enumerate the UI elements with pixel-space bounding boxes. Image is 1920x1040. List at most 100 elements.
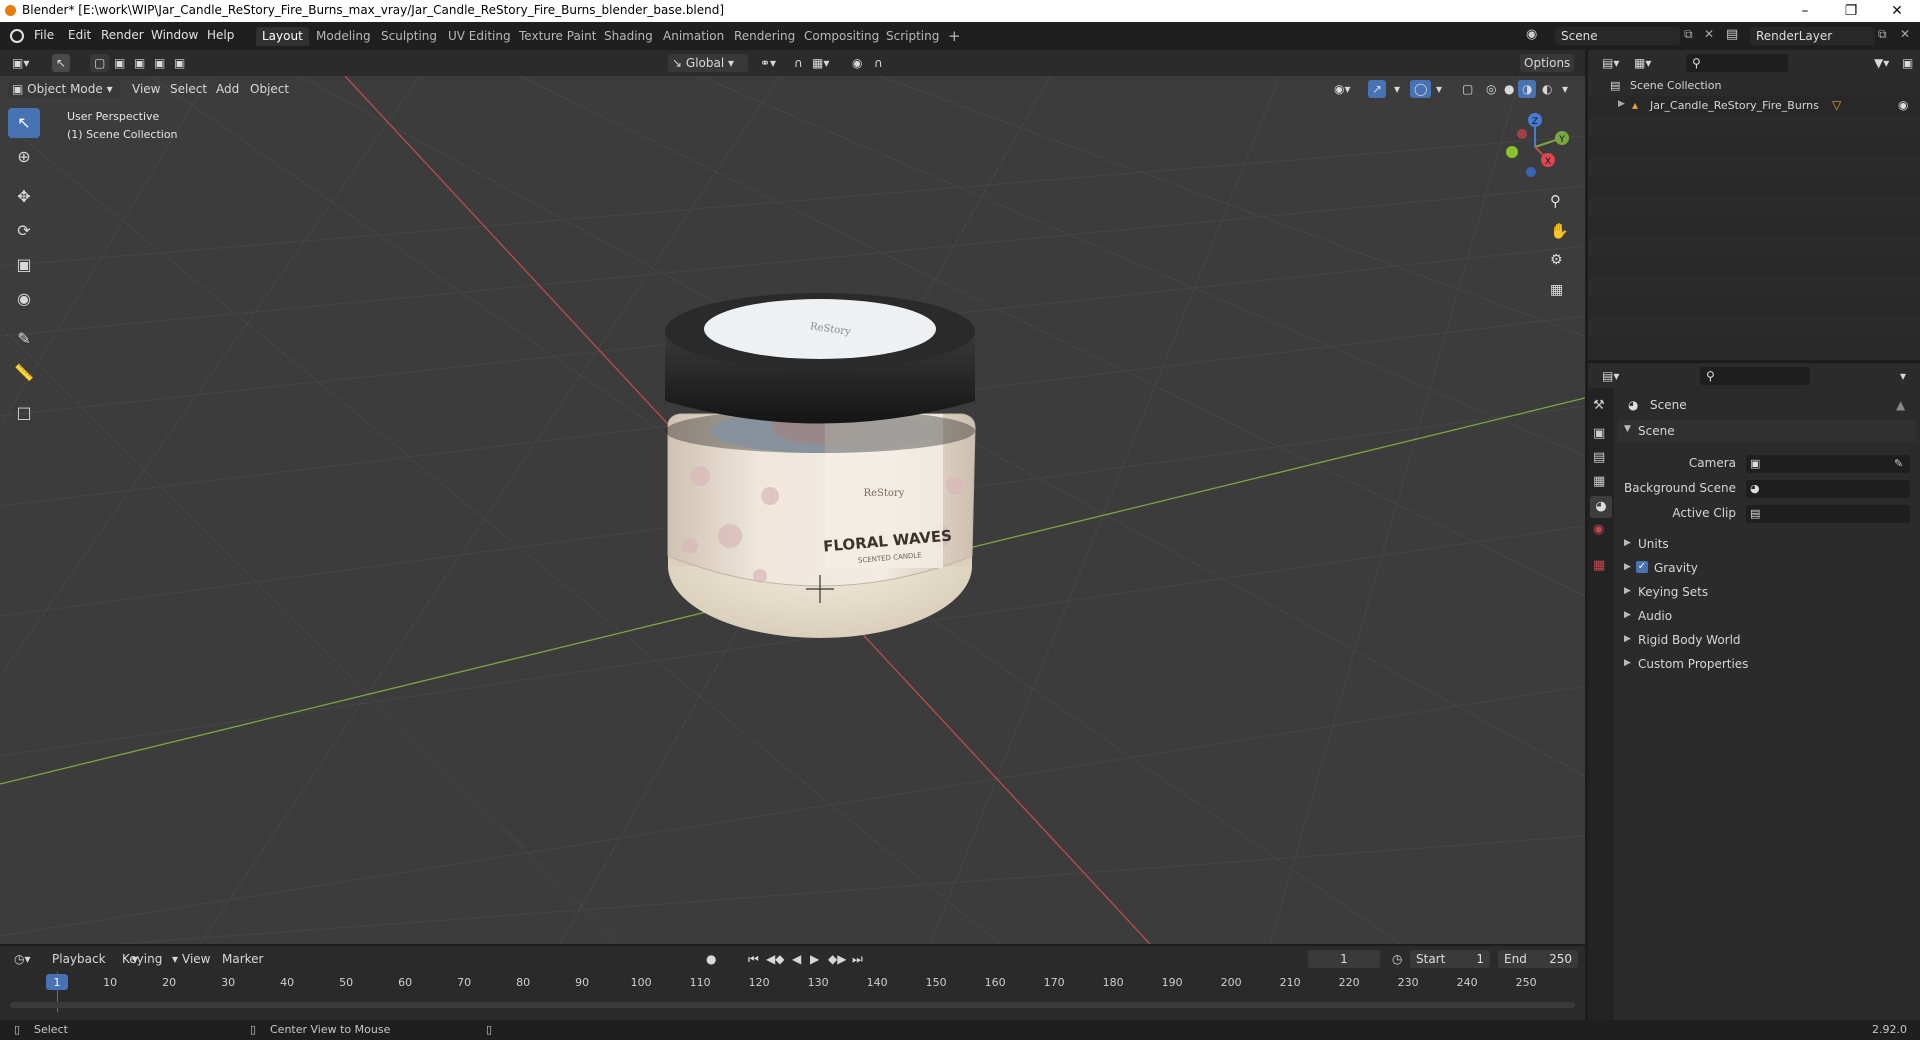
pivot-point-icon[interactable]: ⚭▾ <box>756 54 780 72</box>
jump-end-icon[interactable]: ⏭ <box>848 950 867 968</box>
gravity-subpanel[interactable]: ▶ ✓ Gravity <box>1618 558 1916 580</box>
material-preview-icon[interactable]: ◑ <box>1518 80 1537 98</box>
play-icon[interactable]: ▶ <box>806 950 823 968</box>
zoom-icon[interactable]: ⚲ <box>1550 192 1561 210</box>
menu-render[interactable]: Render <box>101 28 144 42</box>
menu-select[interactable]: Select <box>166 80 211 98</box>
new-scene-icon[interactable]: ⧉ <box>1684 27 1693 42</box>
maximize-button[interactable]: ❐ <box>1828 0 1874 22</box>
transform-orientation-dropdown[interactable]: ↘ Global ▾ <box>668 54 748 72</box>
start-frame-field[interactable]: Start 1 <box>1410 950 1490 968</box>
view-layer-field[interactable]: RenderLayer <box>1750 27 1875 45</box>
camera-view-icon[interactable]: ⚙ <box>1550 252 1563 268</box>
select-tool-icon[interactable]: ↖ <box>52 54 71 72</box>
camera-field[interactable]: ▣ ✎ <box>1746 455 1910 473</box>
jump-start-icon[interactable]: ⏮ <box>744 950 763 968</box>
play-reverse-icon[interactable]: ◀ <box>788 950 805 968</box>
cursor-tool-icon[interactable]: ⊕ <box>8 142 40 172</box>
3d-viewport[interactable]: ReStory FLORAL WAVES SCENTED CANDLE ReSt… <box>0 76 1585 944</box>
outliner-row-object[interactable]: ▶ ▴ Jar_Candle_ReStory_Fire_Burns ▽ ◉ <box>1588 96 1920 116</box>
outliner-editor-type-icon[interactable]: ▤▾ <box>1598 54 1623 72</box>
eyedropper-icon[interactable]: ✎ <box>1894 457 1903 470</box>
scene-tab-icon[interactable]: ◕ <box>1590 496 1612 518</box>
preview-range-icon[interactable]: ◷ <box>1388 950 1406 968</box>
view-layer-tab-icon[interactable]: ▦ <box>1593 474 1605 489</box>
units-subpanel[interactable]: ▶ Units <box>1618 534 1916 556</box>
transform-tool-icon[interactable]: ◉ <box>8 284 40 314</box>
rotate-tool-icon[interactable]: ⟳ <box>8 216 40 246</box>
tab-modeling[interactable]: Modeling <box>310 27 377 46</box>
view-layer-icon[interactable]: ▤ <box>1726 27 1738 42</box>
filter-icon[interactable]: ▼▾ <box>1870 54 1893 72</box>
menu-add[interactable]: Add <box>212 80 243 98</box>
measure-tool-icon[interactable]: 📏 <box>8 358 40 388</box>
rendered-shading-icon[interactable]: ◐ <box>1538 80 1556 98</box>
tab-shading[interactable]: Shading <box>598 27 659 46</box>
snap-toggle-icon[interactable]: ∩ <box>790 54 807 72</box>
tab-animation[interactable]: Animation <box>657 27 730 46</box>
menu-marker[interactable]: Marker <box>218 950 267 968</box>
current-frame-field[interactable]: 1 <box>1308 950 1380 968</box>
tab-rendering[interactable]: Rendering <box>728 27 801 46</box>
properties-options-icon[interactable]: ▾ <box>1896 367 1910 385</box>
menu-edit[interactable]: Edit <box>68 28 91 42</box>
select-mode-invert-icon[interactable]: ▣ <box>150 54 169 72</box>
select-box-tool-icon[interactable]: ↖ <box>8 108 40 138</box>
prev-keyframe-icon[interactable]: ◀◆ <box>762 950 788 968</box>
annotate-tool-icon[interactable]: ✎ <box>8 324 40 354</box>
menu-window[interactable]: Window <box>151 28 198 42</box>
select-mode-intersect-icon[interactable]: ▣ <box>170 54 189 72</box>
menu-help[interactable]: Help <box>207 28 234 42</box>
move-tool-icon[interactable]: ✥ <box>8 182 40 212</box>
close-button[interactable]: ✕ <box>1874 0 1920 22</box>
pin-icon[interactable]: ▲ <box>1896 398 1905 412</box>
custom-properties-subpanel[interactable]: ▶ Custom Properties <box>1618 654 1916 676</box>
tab-sculpting[interactable]: Sculpting <box>375 27 443 46</box>
minimize-button[interactable]: – <box>1782 0 1828 22</box>
tab-texture-paint[interactable]: Texture Paint <box>513 27 602 46</box>
keying-sets-subpanel[interactable]: ▶ Keying Sets <box>1618 582 1916 604</box>
menu-object[interactable]: Object <box>246 80 293 98</box>
new-collection-icon[interactable]: ▣ <box>1898 54 1917 72</box>
shading-dropdown-icon[interactable]: ▾ <box>1558 80 1572 98</box>
proportional-falloff-icon[interactable]: ∩ <box>870 54 887 72</box>
next-keyframe-icon[interactable]: ◆▶ <box>824 950 850 968</box>
add-cube-tool-icon[interactable]: □ <box>8 398 40 428</box>
gizmos-dropdown-icon[interactable]: ▾ <box>1390 80 1404 98</box>
tab-layout[interactable]: Layout <box>256 27 309 46</box>
tab-scripting[interactable]: Scripting <box>880 27 945 46</box>
tool-tab-icon[interactable]: ⚒ <box>1593 398 1605 413</box>
active-clip-field[interactable]: ▤ <box>1746 505 1910 523</box>
overlays-dropdown-icon[interactable]: ▾ <box>1432 80 1446 98</box>
editor-type-icon[interactable]: ▣▾ <box>8 54 33 72</box>
visibility-icon[interactable]: ◉▾ <box>1330 80 1355 98</box>
delete-scene-icon[interactable]: ✕ <box>1704 27 1714 41</box>
tab-compositing[interactable]: Compositing <box>798 27 885 46</box>
scale-tool-icon[interactable]: ▣ <box>8 250 40 280</box>
gravity-checkbox[interactable]: ✓ <box>1636 561 1648 573</box>
output-tab-icon[interactable]: ▤ <box>1593 450 1605 465</box>
rigid-body-world-subpanel[interactable]: ▶ Rigid Body World <box>1618 630 1916 652</box>
delete-view-layer-icon[interactable]: ✕ <box>1900 27 1910 41</box>
outliner-row-root[interactable]: ▤ Scene Collection <box>1588 76 1920 96</box>
properties-search-input[interactable]: ⚲ <box>1700 367 1810 385</box>
world-tab-icon[interactable]: ◉ <box>1593 522 1604 537</box>
scene-panel-header[interactable]: ▼ Scene <box>1618 420 1916 442</box>
scene-selector-icon[interactable]: ◉ <box>1526 27 1542 43</box>
menu-keying[interactable]: Keying <box>118 950 166 968</box>
audio-subpanel[interactable]: ▶ Audio <box>1618 606 1916 628</box>
visibility-eye-icon[interactable]: ◉ <box>1898 98 1908 112</box>
solid-shading-icon[interactable]: ● <box>1500 80 1518 98</box>
display-mode-icon[interactable]: ▦▾ <box>1630 54 1655 72</box>
select-mode-new-icon[interactable]: ▢ <box>90 54 110 72</box>
select-mode-subtract-icon[interactable]: ▣ <box>130 54 149 72</box>
expand-arrow-icon[interactable]: ▶ <box>1618 99 1625 109</box>
background-scene-field[interactable]: ◕ <box>1746 480 1910 498</box>
overlays-toggle-icon[interactable]: ◯ <box>1410 80 1432 98</box>
proportional-edit-icon[interactable]: ◉ <box>848 54 866 72</box>
snap-target-icon[interactable]: ▦▾ <box>808 54 833 72</box>
end-frame-field[interactable]: End 250 <box>1498 950 1578 968</box>
menu-playback[interactable]: Playback <box>48 950 110 968</box>
select-mode-extend-icon[interactable]: ▣ <box>110 54 129 72</box>
outliner-search-input[interactable]: ⚲ <box>1686 54 1788 72</box>
